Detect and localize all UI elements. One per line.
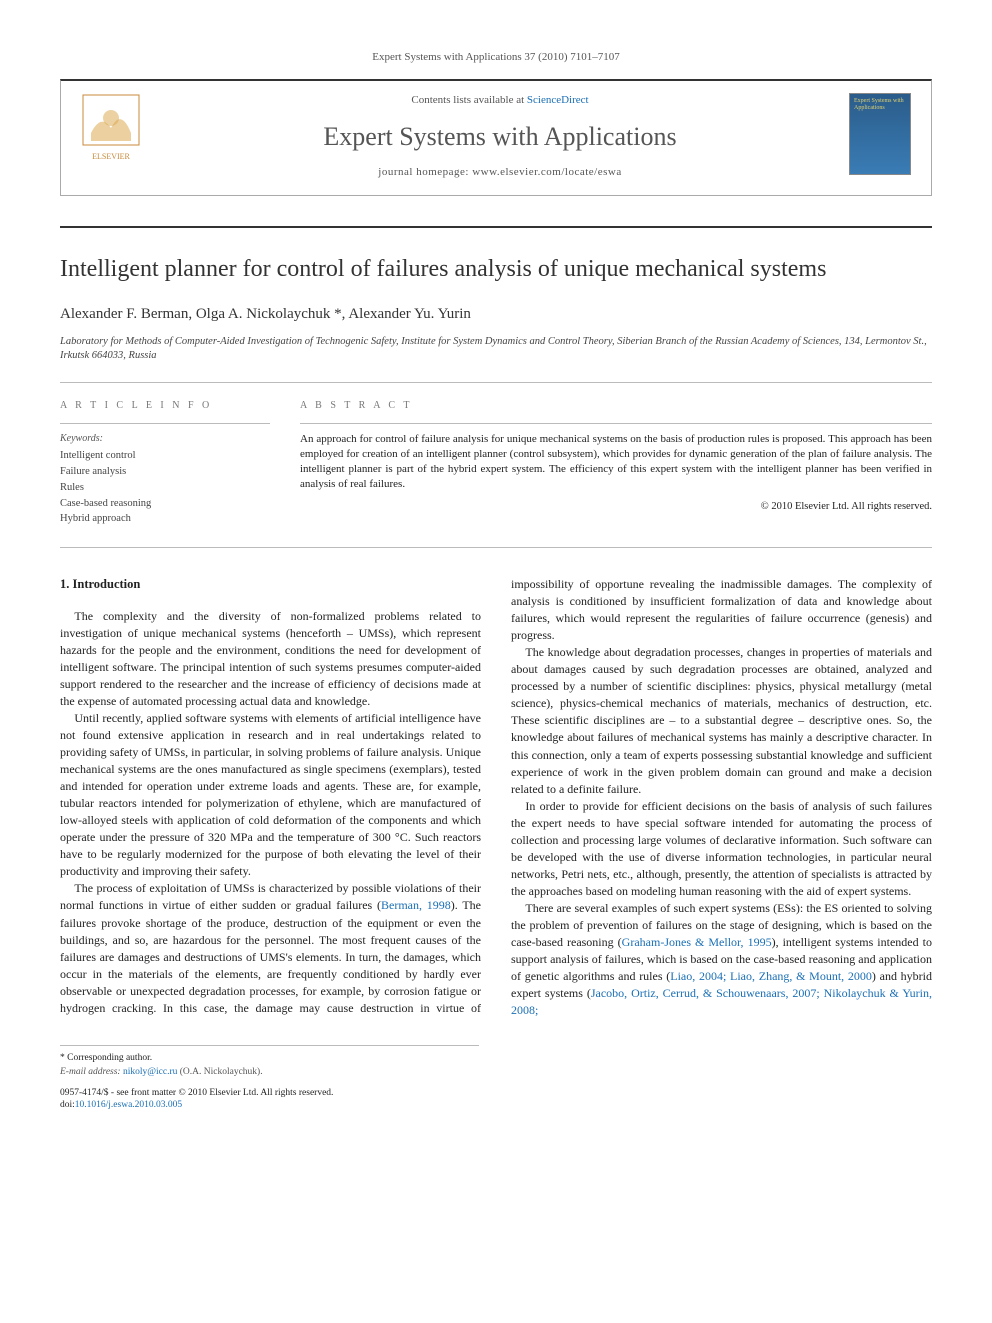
svg-text:ELSEVIER: ELSEVIER	[92, 152, 130, 161]
contents-available-line: Contents lists available at ScienceDirec…	[151, 93, 849, 108]
section-heading: 1. Introduction	[60, 576, 481, 594]
abstract-block: A B S T R A C T An approach for control …	[300, 399, 932, 527]
paragraph: The knowledge about degradation processe…	[511, 644, 932, 797]
article-affiliation: Laboratory for Methods of Computer-Aided…	[60, 335, 932, 362]
paragraph: The complexity and the diversity of non-…	[60, 608, 481, 710]
citation-link[interactable]: Liao, 2004; Liao, Zhang, & Mount, 2000	[670, 969, 872, 983]
paragraph: There are several examples of such exper…	[511, 900, 932, 1019]
keyword-item: Case-based reasoning	[60, 496, 270, 512]
citation-link[interactable]: Graham-Jones & Mellor, 1995	[622, 935, 772, 949]
sciencedirect-link[interactable]: ScienceDirect	[527, 94, 589, 106]
divider	[60, 547, 932, 548]
abstract-copyright: © 2010 Elsevier Ltd. All rights reserved…	[300, 500, 932, 515]
paragraph: Until recently, applied software systems…	[60, 710, 481, 880]
doi-link[interactable]: 10.1016/j.eswa.2010.03.005	[75, 1100, 182, 1110]
journal-homepage: journal homepage: www.elsevier.com/locat…	[151, 165, 849, 180]
keyword-item: Hybrid approach	[60, 511, 270, 527]
elsevier-logo-icon: ELSEVIER	[81, 93, 141, 163]
corresponding-author-note: * Corresponding author.	[60, 1052, 479, 1064]
article-info-heading: A R T I C L E I N F O	[60, 399, 270, 413]
keyword-item: Failure analysis	[60, 464, 270, 480]
journal-name: Expert Systems with Applications	[151, 119, 849, 155]
footer-block: * Corresponding author. E-mail address: …	[60, 1045, 479, 1111]
article-info-block: A R T I C L E I N F O Keywords: Intellig…	[60, 399, 270, 527]
body-text: 1. Introduction The complexity and the d…	[60, 576, 932, 1019]
corresponding-email-line: E-mail address: nikoly@icc.ru (O.A. Nick…	[60, 1066, 479, 1078]
abstract-heading: A B S T R A C T	[300, 399, 932, 413]
issn-line: 0957-4174/$ - see front matter © 2010 El…	[60, 1087, 479, 1099]
email-link[interactable]: nikoly@icc.ru	[123, 1067, 177, 1077]
page-citation: Expert Systems with Applications 37 (201…	[60, 50, 932, 65]
citation-link[interactable]: Berman, 1998	[381, 898, 451, 912]
journal-cover-thumbnail: Expert Systems with Applications	[849, 93, 911, 175]
keyword-item: Rules	[60, 480, 270, 496]
header-rule	[60, 226, 932, 228]
doi-line: doi:10.1016/j.eswa.2010.03.005	[60, 1099, 479, 1111]
abstract-text: An approach for control of failure analy…	[300, 432, 932, 491]
keywords-label: Keywords:	[60, 432, 270, 446]
paragraph: In order to provide for efficient decisi…	[511, 798, 932, 900]
article-authors: Alexander F. Berman, Olga A. Nickolaychu…	[60, 304, 932, 325]
article-title: Intelligent planner for control of failu…	[60, 253, 932, 287]
journal-header: ELSEVIER Contents lists available at Sci…	[60, 79, 932, 195]
keyword-item: Intelligent control	[60, 448, 270, 464]
